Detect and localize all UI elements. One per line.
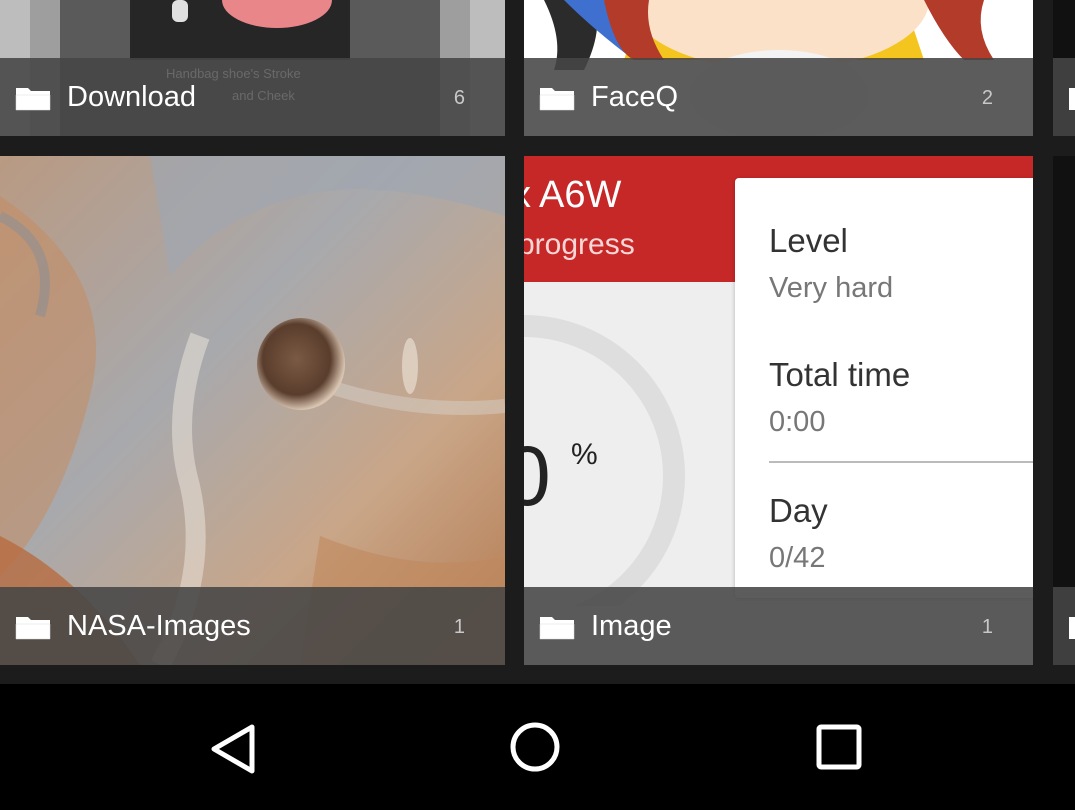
info-card: Level Very hard Total time 0:00 Day 0/42	[735, 178, 1033, 598]
album-tile-nasa-images[interactable]: NASA-Images 1	[0, 156, 505, 665]
album-caption: NASA-Images 1	[0, 587, 505, 665]
thumbnail-header-title: xA6W	[524, 174, 622, 216]
album-caption	[1053, 587, 1075, 665]
album-caption: Image 1	[524, 587, 1033, 665]
thumbnail-overlay-text: and Cheek	[232, 88, 295, 103]
back-icon	[211, 724, 255, 774]
folder-icon	[539, 88, 575, 111]
album-name: FaceQ	[591, 81, 679, 113]
day-label: Day	[769, 492, 828, 529]
navigation-bar	[0, 684, 1075, 810]
album-tile-partial[interactable]	[1053, 156, 1075, 665]
progress-ring	[524, 315, 685, 606]
folder-icon	[1069, 617, 1075, 639]
home-icon	[510, 722, 560, 772]
album-caption: Handbag shoe's Stroke and Cheek Download…	[0, 58, 505, 136]
album-name: Image	[591, 610, 672, 642]
album-count: 2	[981, 87, 993, 109]
day-value: 0/42	[769, 542, 826, 574]
album-tile-download[interactable]: Handbag shoe's Stroke and Cheek Download…	[0, 0, 505, 136]
album-count: 1	[453, 616, 465, 638]
total-time-value: 0:00	[769, 406, 826, 438]
album-name: Download	[67, 81, 196, 113]
folder-icon	[539, 617, 575, 640]
progress-percent: 0	[524, 429, 551, 523]
level-label: Level	[769, 222, 848, 259]
album-caption: FaceQ 2	[524, 58, 1033, 136]
level-value: Very hard	[769, 272, 894, 304]
back-button[interactable]	[188, 704, 278, 794]
album-count: 6	[453, 87, 465, 109]
album-tile-faceq[interactable]: FaceQ 2	[524, 0, 1033, 136]
recents-button[interactable]	[794, 704, 884, 794]
album-tile-image[interactable]: xA6W progress 0 % Level Very hard Total …	[524, 156, 1033, 665]
recents-icon	[816, 724, 862, 770]
home-button[interactable]	[490, 704, 580, 794]
thumbnail-overlay-text: Handbag shoe's Stroke	[166, 66, 301, 81]
folder-icon	[15, 617, 51, 640]
folder-icon	[1069, 88, 1075, 110]
thumbnail-header-subtitle: progress	[524, 228, 635, 261]
progress-percent-sign: %	[571, 438, 598, 471]
divider	[769, 461, 1033, 463]
album-name: NASA-Images	[67, 610, 251, 642]
total-time-label: Total time	[769, 356, 911, 393]
album-caption	[1053, 58, 1075, 136]
album-count: 1	[981, 616, 993, 638]
album-tile-partial[interactable]	[1053, 0, 1075, 136]
folder-icon	[15, 88, 51, 111]
